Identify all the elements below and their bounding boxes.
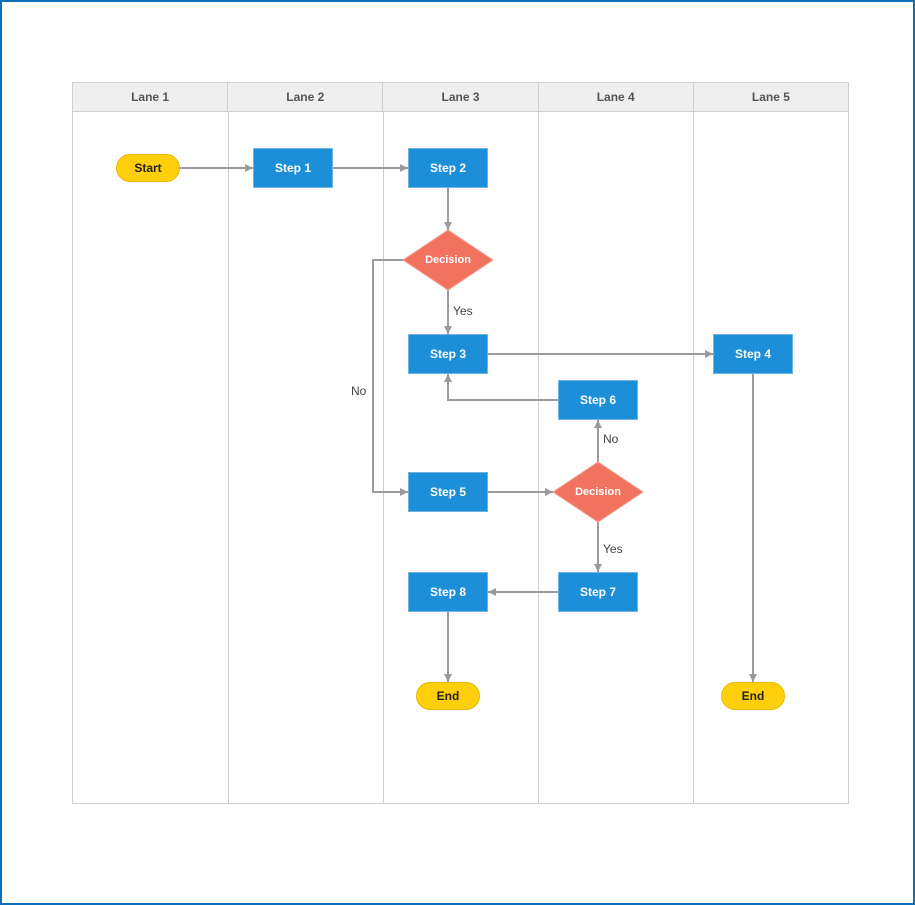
swimlane-canvas: Lane 1 Lane 2 Lane 3 Lane 4 Lane 5: [72, 82, 849, 804]
process-step7: Step 7: [558, 572, 638, 612]
process-step4: Step 4: [713, 334, 793, 374]
process-step5: Step 5: [408, 472, 488, 512]
diagram-frame: Lane 1 Lane 2 Lane 3 Lane 4 Lane 5: [0, 0, 915, 905]
terminator-end-2: End: [721, 682, 785, 710]
process-step3: Step 3: [408, 334, 488, 374]
lane-header-1: Lane 1: [73, 83, 228, 111]
decision-1: Decision: [403, 230, 493, 290]
swimlane-body: Start Step 1 Step 2 Decision Step 3 Step…: [73, 112, 848, 804]
lane-header-3: Lane 3: [383, 83, 538, 111]
edge-label-d1-no: No: [351, 384, 366, 398]
lane-header-5: Lane 5: [694, 83, 848, 111]
lane-header-4: Lane 4: [539, 83, 694, 111]
decision-1-label: Decision: [425, 254, 471, 266]
lane-headers: Lane 1 Lane 2 Lane 3 Lane 4 Lane 5: [73, 83, 848, 112]
decision-2-label: Decision: [575, 486, 621, 498]
process-step6: Step 6: [558, 380, 638, 420]
terminator-start: Start: [116, 154, 180, 182]
lane-header-2: Lane 2: [228, 83, 383, 111]
process-step8: Step 8: [408, 572, 488, 612]
edge-label-d1-yes: Yes: [453, 304, 473, 318]
process-step2: Step 2: [408, 148, 488, 188]
decision-2: Decision: [553, 462, 643, 522]
edge-label-d2-no: No: [603, 432, 618, 446]
edge-label-d2-yes: Yes: [603, 542, 623, 556]
process-step1: Step 1: [253, 148, 333, 188]
terminator-end-1: End: [416, 682, 480, 710]
